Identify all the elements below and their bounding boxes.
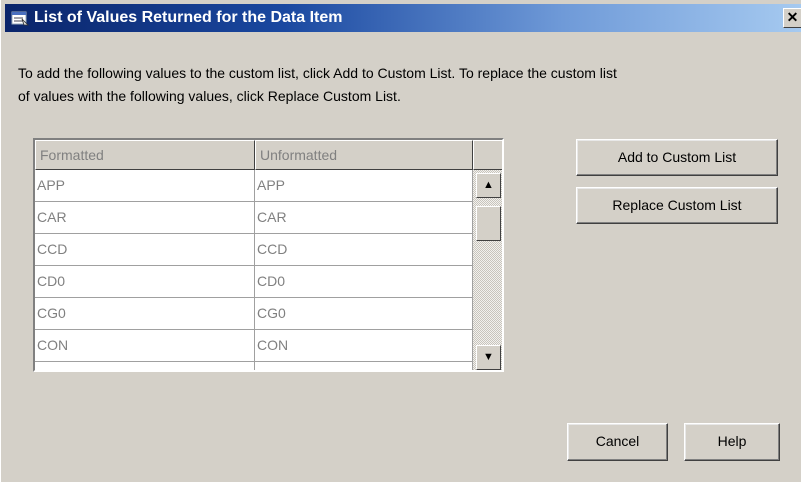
instructions-line-2: of values with the following values, cli…	[18, 88, 401, 104]
window-title: List of Values Returned for the Data Ite…	[34, 9, 343, 26]
header-corner	[473, 140, 502, 170]
table-cell-formatted[interactable]: CCD	[35, 234, 255, 266]
table-cell-formatted[interactable]: CG0	[35, 298, 255, 330]
scroll-down-button[interactable]: ▼	[476, 345, 501, 370]
column-header-unformatted[interactable]: Unformatted	[255, 140, 473, 170]
replace-custom-list-label: Replace Custom List	[612, 197, 742, 213]
add-to-custom-list-button[interactable]: Add to Custom List	[576, 139, 778, 176]
add-to-custom-list-label: Add to Custom List	[617, 149, 737, 165]
table-cell-unformatted[interactable]: CD0	[255, 266, 473, 298]
close-button[interactable]: ✕	[783, 8, 801, 28]
cancel-button[interactable]: Cancel	[567, 423, 668, 461]
arrow-down-icon: ▼	[483, 351, 494, 363]
vertical-scrollbar[interactable]: ▲ ▼	[473, 170, 502, 370]
help-label: Help	[717, 433, 747, 449]
table-cell-formatted[interactable]: CAR	[35, 202, 255, 234]
table-cell-partial	[255, 362, 473, 370]
help-button[interactable]: Help	[684, 423, 780, 461]
arrow-up-icon: ▲	[483, 179, 494, 191]
values-table[interactable]: Formatted Unformatted APP APP CAR CAR CC…	[33, 138, 504, 372]
column-header-formatted[interactable]: Formatted	[35, 140, 255, 170]
title-bar[interactable]: List of Values Returned for the Data Ite…	[5, 4, 801, 32]
instructions-line-1: To add the following values to the custo…	[18, 65, 617, 81]
table-cell-formatted[interactable]: APP	[35, 170, 255, 202]
table-cell-partial	[35, 362, 255, 370]
table-cell-unformatted[interactable]: CCD	[255, 234, 473, 266]
table-cell-formatted[interactable]: CON	[35, 330, 255, 362]
replace-custom-list-button[interactable]: Replace Custom List	[576, 187, 778, 224]
table-cell-unformatted[interactable]: CAR	[255, 202, 473, 234]
dialog-window: List of Values Returned for the Data Ite…	[0, 0, 801, 482]
table-cell-unformatted[interactable]: CON	[255, 330, 473, 362]
scroll-up-button[interactable]: ▲	[476, 173, 501, 198]
close-icon: ✕	[786, 9, 799, 25]
table-cell-unformatted[interactable]: CG0	[255, 298, 473, 330]
scroll-thumb[interactable]	[476, 206, 501, 241]
table-cell-unformatted[interactable]: APP	[255, 170, 473, 202]
instructions-text: To add the following values to the custo…	[18, 62, 798, 108]
table-cell-formatted[interactable]: CD0	[35, 266, 255, 298]
list-window-icon	[11, 11, 29, 26]
cancel-label: Cancel	[595, 433, 640, 449]
